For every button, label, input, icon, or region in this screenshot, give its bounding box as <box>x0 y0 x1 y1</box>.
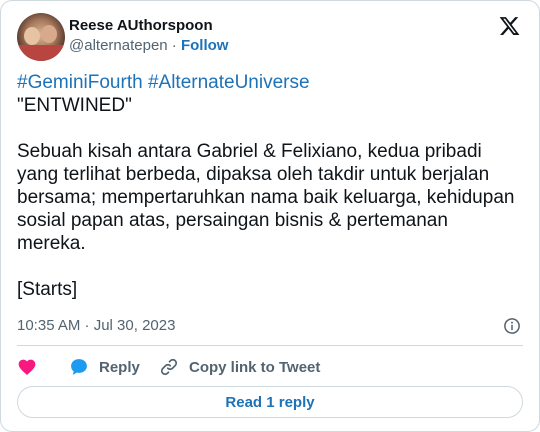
hashtag-link[interactable]: #GeminiFourth <box>17 72 143 93</box>
link-icon <box>160 358 178 376</box>
info-icon[interactable] <box>503 317 521 335</box>
author-handle-line: @alternatepen · Follow <box>69 36 228 56</box>
author-info: Reese AUthorspoon @alternatepen · Follow <box>69 16 228 56</box>
tweet-header: Reese AUthorspoon @alternatepen · Follow <box>17 11 525 61</box>
tweet-timestamp[interactable]: 10:35 AM · Jul 30, 2023 <box>17 317 175 334</box>
author-display-name[interactable]: Reese AUthorspoon <box>69 16 228 36</box>
tweet-paragraph: Sebuah kisah antara Gabriel & Felixiano,… <box>17 141 520 254</box>
tweet-title: "ENTWINED" <box>17 95 132 116</box>
author-avatar[interactable] <box>17 13 65 61</box>
reply-button[interactable]: Reply <box>69 353 140 381</box>
copy-link-button[interactable]: Copy link to Tweet <box>159 353 320 381</box>
heart-icon <box>18 359 36 375</box>
tweet-card: Reese AUthorspoon @alternatepen · Follow… <box>0 0 540 432</box>
tweet-closing: [Starts] <box>17 279 78 300</box>
speech-bubble-icon <box>71 359 87 375</box>
read-replies-button[interactable]: Read 1 reply <box>17 386 523 418</box>
author-handle[interactable]: @alternatepen <box>69 37 168 54</box>
tweet-actions: Reply Copy link to Tweet <box>17 353 523 381</box>
hashtag-link[interactable]: #AlternateUniverse <box>148 72 310 93</box>
tweet-text: #GeminiFourth #AlternateUniverse "ENTWIN… <box>17 71 517 301</box>
x-logo-icon[interactable] <box>498 15 521 37</box>
copy-link-label: Copy link to Tweet <box>189 358 321 376</box>
like-button[interactable] <box>17 353 47 381</box>
follow-link[interactable]: Follow <box>181 37 229 54</box>
tweet-meta: 10:35 AM · Jul 30, 2023 <box>17 315 521 337</box>
divider <box>17 345 523 346</box>
reply-label: Reply <box>99 358 140 376</box>
handle-separator: · <box>167 37 181 54</box>
